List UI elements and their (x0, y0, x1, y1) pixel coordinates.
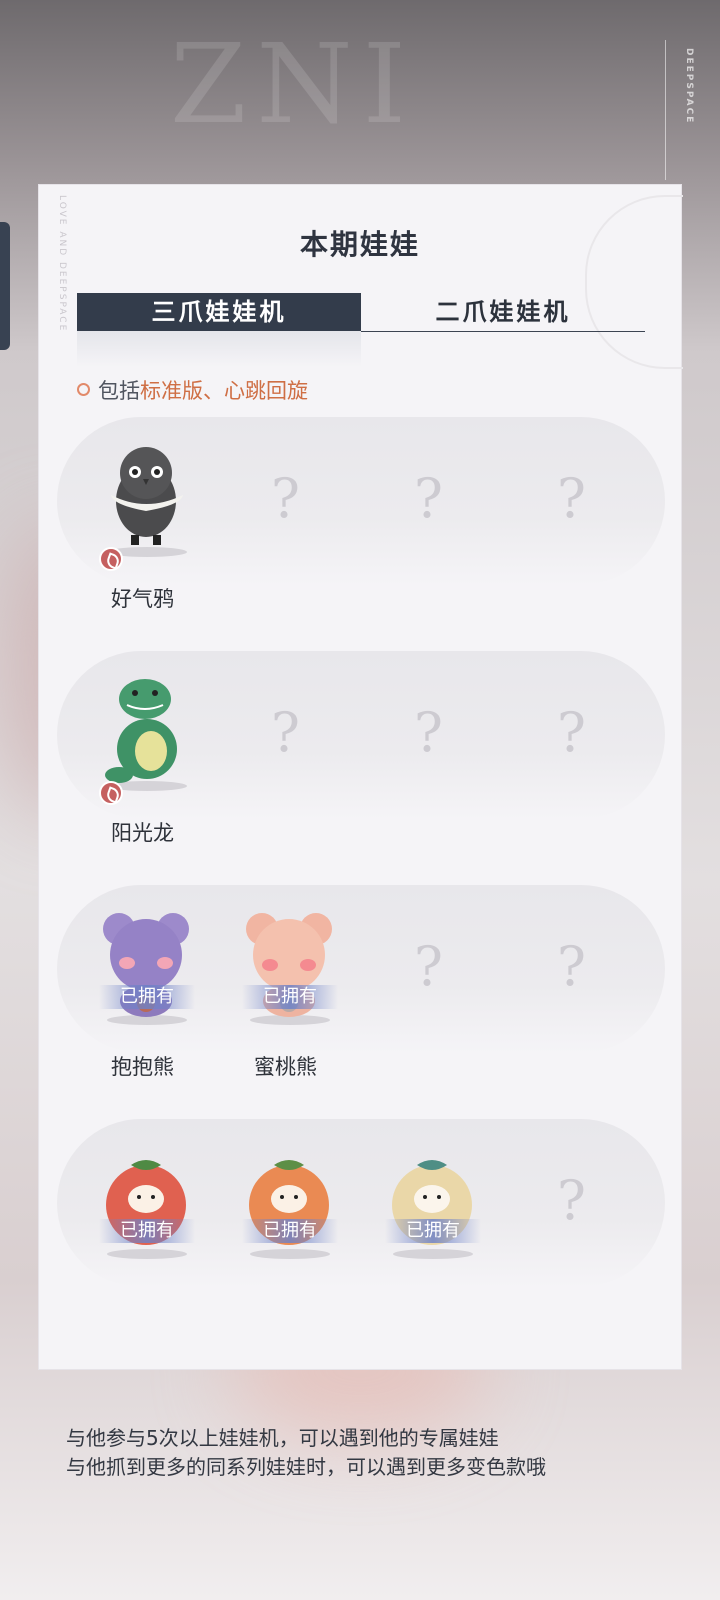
unknown-doll-slot[interactable]: ? (214, 417, 357, 617)
include-note: 包括标准版、心跳回旋 (77, 375, 308, 405)
page-title: 本期娃娃 (299, 228, 420, 261)
owned-badge: 已拥有 (99, 1219, 195, 1243)
footer-line-1: 与他参与5次以上娃娃机，可以遇到他的专属娃娃 (66, 1426, 499, 1450)
doll-slot[interactable]: 已拥有蜜桃熊 (214, 885, 357, 1085)
include-highlight: 标准版、心跳回旋 (140, 379, 308, 403)
unknown-doll-slot[interactable]: ? (357, 885, 500, 1085)
doll-slot[interactable]: 已拥有抱抱熊 (71, 885, 214, 1085)
side-drawer-handle[interactable] (0, 222, 10, 350)
dino-doll-image (101, 673, 191, 785)
owned-badge: 已拥有 (242, 985, 338, 1009)
question-mark-icon: ? (271, 701, 300, 764)
question-mark-icon: ? (557, 1169, 586, 1232)
doll-row: 好气鸦??? (57, 417, 665, 611)
unknown-doll-slot[interactable]: ? (500, 417, 643, 617)
feather-badge-icon (99, 547, 123, 571)
doll-slot[interactable]: 好气鸦 (71, 417, 214, 617)
owned-badge: 已拥有 (242, 1219, 338, 1243)
doll-name: 蜜桃熊 (254, 1055, 317, 1079)
panel-watermark: LOVE AND DEEPSPACE (57, 195, 67, 333)
doll-slot[interactable]: 已拥有 (357, 1119, 500, 1319)
unknown-doll-slot[interactable]: ? (500, 1119, 643, 1319)
question-mark-icon: ? (557, 935, 586, 998)
brand-logo: DEEPSPACE (684, 48, 694, 125)
question-mark-icon: ? (414, 701, 443, 764)
question-mark-icon: ? (557, 701, 586, 764)
doll-slot[interactable]: 阳光龙 (71, 651, 214, 851)
unknown-doll-slot[interactable]: ? (357, 417, 500, 617)
doll-row: 已拥有 已拥有 已拥有? (57, 1119, 665, 1287)
doll-slot[interactable]: 已拥有 (71, 1119, 214, 1319)
bullet-icon (77, 383, 90, 396)
background-watermark: ZNI (170, 20, 417, 148)
crow-doll-image (101, 439, 191, 551)
feather-badge-icon (99, 781, 123, 805)
doll-collection-panel: LOVE AND DEEPSPACE 本期娃娃 三爪娃娃机 二爪娃娃机 包括标准… (38, 184, 683, 1370)
tab-three-claw[interactable]: 三爪娃娃机 (77, 293, 361, 331)
machine-tabs: 三爪娃娃机 二爪娃娃机 (77, 293, 645, 332)
footer-line-2: 与他抓到更多的同系列娃娃时，可以遇到更多变色款哦 (66, 1455, 546, 1479)
unknown-doll-slot[interactable]: ? (500, 651, 643, 851)
divider (665, 40, 666, 180)
doll-name: 抱抱熊 (111, 1055, 174, 1079)
unknown-doll-slot[interactable]: ? (357, 651, 500, 851)
footer-hint: 与他参与5次以上娃娃机，可以遇到他的专属娃娃 与他抓到更多的同系列娃娃时，可以遇… (66, 1424, 546, 1482)
doll-name: 阳光龙 (111, 821, 174, 845)
question-mark-icon: ? (414, 467, 443, 530)
owned-badge: 已拥有 (385, 1219, 481, 1243)
question-mark-icon: ? (414, 935, 443, 998)
question-mark-icon: ? (557, 467, 586, 530)
unknown-doll-slot[interactable]: ? (500, 885, 643, 1085)
doll-row: 已拥有抱抱熊 已拥有蜜桃熊?? (57, 885, 665, 1079)
owned-badge: 已拥有 (99, 985, 195, 1009)
unknown-doll-slot[interactable]: ? (214, 651, 357, 851)
doll-row: 阳光龙??? (57, 651, 665, 845)
tab-highlight (77, 331, 361, 367)
tab-two-claw[interactable]: 二爪娃娃机 (361, 293, 645, 331)
doll-name: 好气鸦 (111, 587, 174, 611)
include-prefix: 包括 (98, 379, 140, 403)
decorative-arc (585, 195, 683, 369)
question-mark-icon: ? (271, 467, 300, 530)
doll-slot[interactable]: 已拥有 (214, 1119, 357, 1319)
